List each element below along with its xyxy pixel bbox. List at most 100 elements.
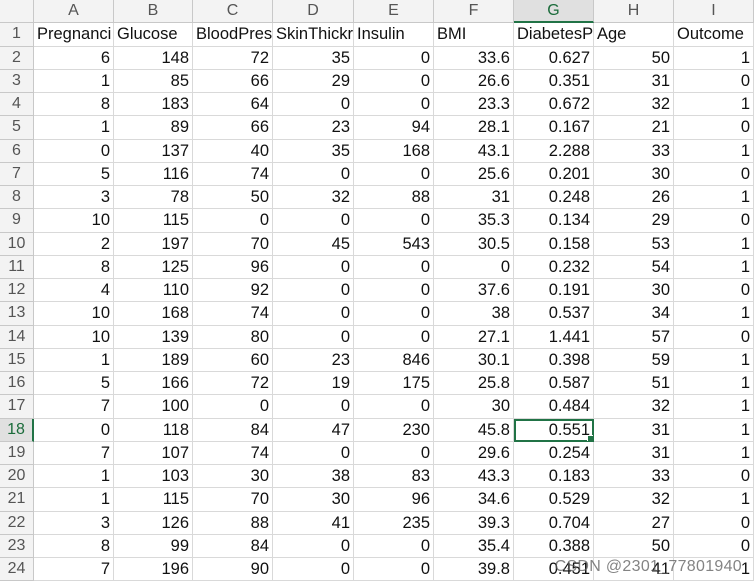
column-header-e[interactable]: E xyxy=(354,0,434,24)
column-header-f[interactable]: F xyxy=(434,0,514,24)
cell-d11[interactable]: 0 xyxy=(273,255,354,279)
row-header-18[interactable]: 18 xyxy=(0,418,34,442)
cell-g21[interactable]: 0.529 xyxy=(514,488,594,512)
cell-c21[interactable]: 70 xyxy=(193,488,273,512)
cell-d16[interactable]: 19 xyxy=(273,372,354,396)
cell-a23[interactable]: 8 xyxy=(34,534,114,558)
column-header-g[interactable]: G xyxy=(514,0,594,24)
column-header-d[interactable]: D xyxy=(273,0,354,24)
cell-g23[interactable]: 0.388 xyxy=(514,534,594,558)
cell-g8[interactable]: 0.248 xyxy=(514,186,594,210)
cell-c3[interactable]: 66 xyxy=(193,69,273,93)
cell-c18[interactable]: 84 xyxy=(193,418,273,442)
selected-cell[interactable]: 0.551 xyxy=(514,418,594,442)
cell-e18[interactable]: 230 xyxy=(354,418,434,442)
cell-d21[interactable]: 30 xyxy=(273,488,354,512)
cell-b21[interactable]: 115 xyxy=(114,488,193,512)
cell-a10[interactable]: 2 xyxy=(34,232,114,256)
cell-d7[interactable]: 0 xyxy=(273,162,354,186)
cell-h10[interactable]: 53 xyxy=(594,232,674,256)
cell-a15[interactable]: 1 xyxy=(34,348,114,372)
cell-h12[interactable]: 30 xyxy=(594,279,674,303)
cell-g11[interactable]: 0.232 xyxy=(514,255,594,279)
cell-h23[interactable]: 50 xyxy=(594,534,674,558)
cell-g6[interactable]: 2.288 xyxy=(514,139,594,163)
cell-c14[interactable]: 80 xyxy=(193,325,273,349)
row-header-3[interactable]: 3 xyxy=(0,69,34,93)
cell-g13[interactable]: 0.537 xyxy=(514,302,594,326)
row-header-11[interactable]: 11 xyxy=(0,255,34,279)
row-header-4[interactable]: 4 xyxy=(0,93,34,117)
cell-c13[interactable]: 74 xyxy=(193,302,273,326)
cell-f8[interactable]: 31 xyxy=(434,186,514,210)
cell-b20[interactable]: 103 xyxy=(114,465,193,489)
cell-d8[interactable]: 32 xyxy=(273,186,354,210)
cell-e5[interactable]: 94 xyxy=(354,116,434,140)
cell-f21[interactable]: 34.6 xyxy=(434,488,514,512)
cell-i2[interactable]: 1 xyxy=(674,46,754,70)
cell-a12[interactable]: 4 xyxy=(34,279,114,303)
cell-a2[interactable]: 6 xyxy=(34,46,114,70)
cell-e7[interactable]: 0 xyxy=(354,162,434,186)
cell-d9[interactable]: 0 xyxy=(273,209,354,233)
cell-h17[interactable]: 32 xyxy=(594,395,674,419)
cell-h5[interactable]: 21 xyxy=(594,116,674,140)
cell-g5[interactable]: 0.167 xyxy=(514,116,594,140)
cell-d18[interactable]: 47 xyxy=(273,418,354,442)
cell-e13[interactable]: 0 xyxy=(354,302,434,326)
cell-c8[interactable]: 50 xyxy=(193,186,273,210)
cell-c1[interactable]: BloodPres xyxy=(193,23,273,47)
cell-d17[interactable]: 0 xyxy=(273,395,354,419)
cell-i17[interactable]: 1 xyxy=(674,395,754,419)
cell-h21[interactable]: 32 xyxy=(594,488,674,512)
cell-i6[interactable]: 1 xyxy=(674,139,754,163)
cell-c19[interactable]: 74 xyxy=(193,441,273,465)
cell-h16[interactable]: 51 xyxy=(594,372,674,396)
cell-h2[interactable]: 50 xyxy=(594,46,674,70)
cell-e1[interactable]: Insulin xyxy=(354,23,434,47)
cell-c16[interactable]: 72 xyxy=(193,372,273,396)
cell-i5[interactable]: 0 xyxy=(674,116,754,140)
cell-a18[interactable]: 0 xyxy=(34,418,114,442)
cell-e10[interactable]: 543 xyxy=(354,232,434,256)
cell-c12[interactable]: 92 xyxy=(193,279,273,303)
cell-f15[interactable]: 30.1 xyxy=(434,348,514,372)
cell-e2[interactable]: 0 xyxy=(354,46,434,70)
cell-e22[interactable]: 235 xyxy=(354,511,434,535)
cell-i9[interactable]: 0 xyxy=(674,209,754,233)
row-header-14[interactable]: 14 xyxy=(0,325,34,349)
cell-h22[interactable]: 27 xyxy=(594,511,674,535)
cell-f2[interactable]: 33.6 xyxy=(434,46,514,70)
cell-h11[interactable]: 54 xyxy=(594,255,674,279)
cell-e14[interactable]: 0 xyxy=(354,325,434,349)
column-header-h[interactable]: H xyxy=(594,0,674,24)
cell-i10[interactable]: 1 xyxy=(674,232,754,256)
column-header-a[interactable]: A xyxy=(34,0,114,24)
cell-e16[interactable]: 175 xyxy=(354,372,434,396)
cell-a24[interactable]: 7 xyxy=(34,558,114,581)
cell-i15[interactable]: 1 xyxy=(674,348,754,372)
cell-h14[interactable]: 57 xyxy=(594,325,674,349)
column-header-c[interactable]: C xyxy=(193,0,273,24)
cell-i16[interactable]: 1 xyxy=(674,372,754,396)
cell-i3[interactable]: 0 xyxy=(674,69,754,93)
cell-c17[interactable]: 0 xyxy=(193,395,273,419)
cell-d3[interactable]: 29 xyxy=(273,69,354,93)
cell-b14[interactable]: 139 xyxy=(114,325,193,349)
row-header-6[interactable]: 6 xyxy=(0,139,34,163)
cell-c10[interactable]: 70 xyxy=(193,232,273,256)
cell-a1[interactable]: Pregnanci xyxy=(34,23,114,47)
cell-d23[interactable]: 0 xyxy=(273,534,354,558)
cell-d4[interactable]: 0 xyxy=(273,93,354,117)
row-header-10[interactable]: 10 xyxy=(0,232,34,256)
row-header-21[interactable]: 21 xyxy=(0,488,34,512)
cell-a20[interactable]: 1 xyxy=(34,465,114,489)
cell-d19[interactable]: 0 xyxy=(273,441,354,465)
cell-h9[interactable]: 29 xyxy=(594,209,674,233)
cell-b7[interactable]: 116 xyxy=(114,162,193,186)
row-header-7[interactable]: 7 xyxy=(0,162,34,186)
cell-e17[interactable]: 0 xyxy=(354,395,434,419)
cell-b17[interactable]: 100 xyxy=(114,395,193,419)
cell-e8[interactable]: 88 xyxy=(354,186,434,210)
cell-e6[interactable]: 168 xyxy=(354,139,434,163)
